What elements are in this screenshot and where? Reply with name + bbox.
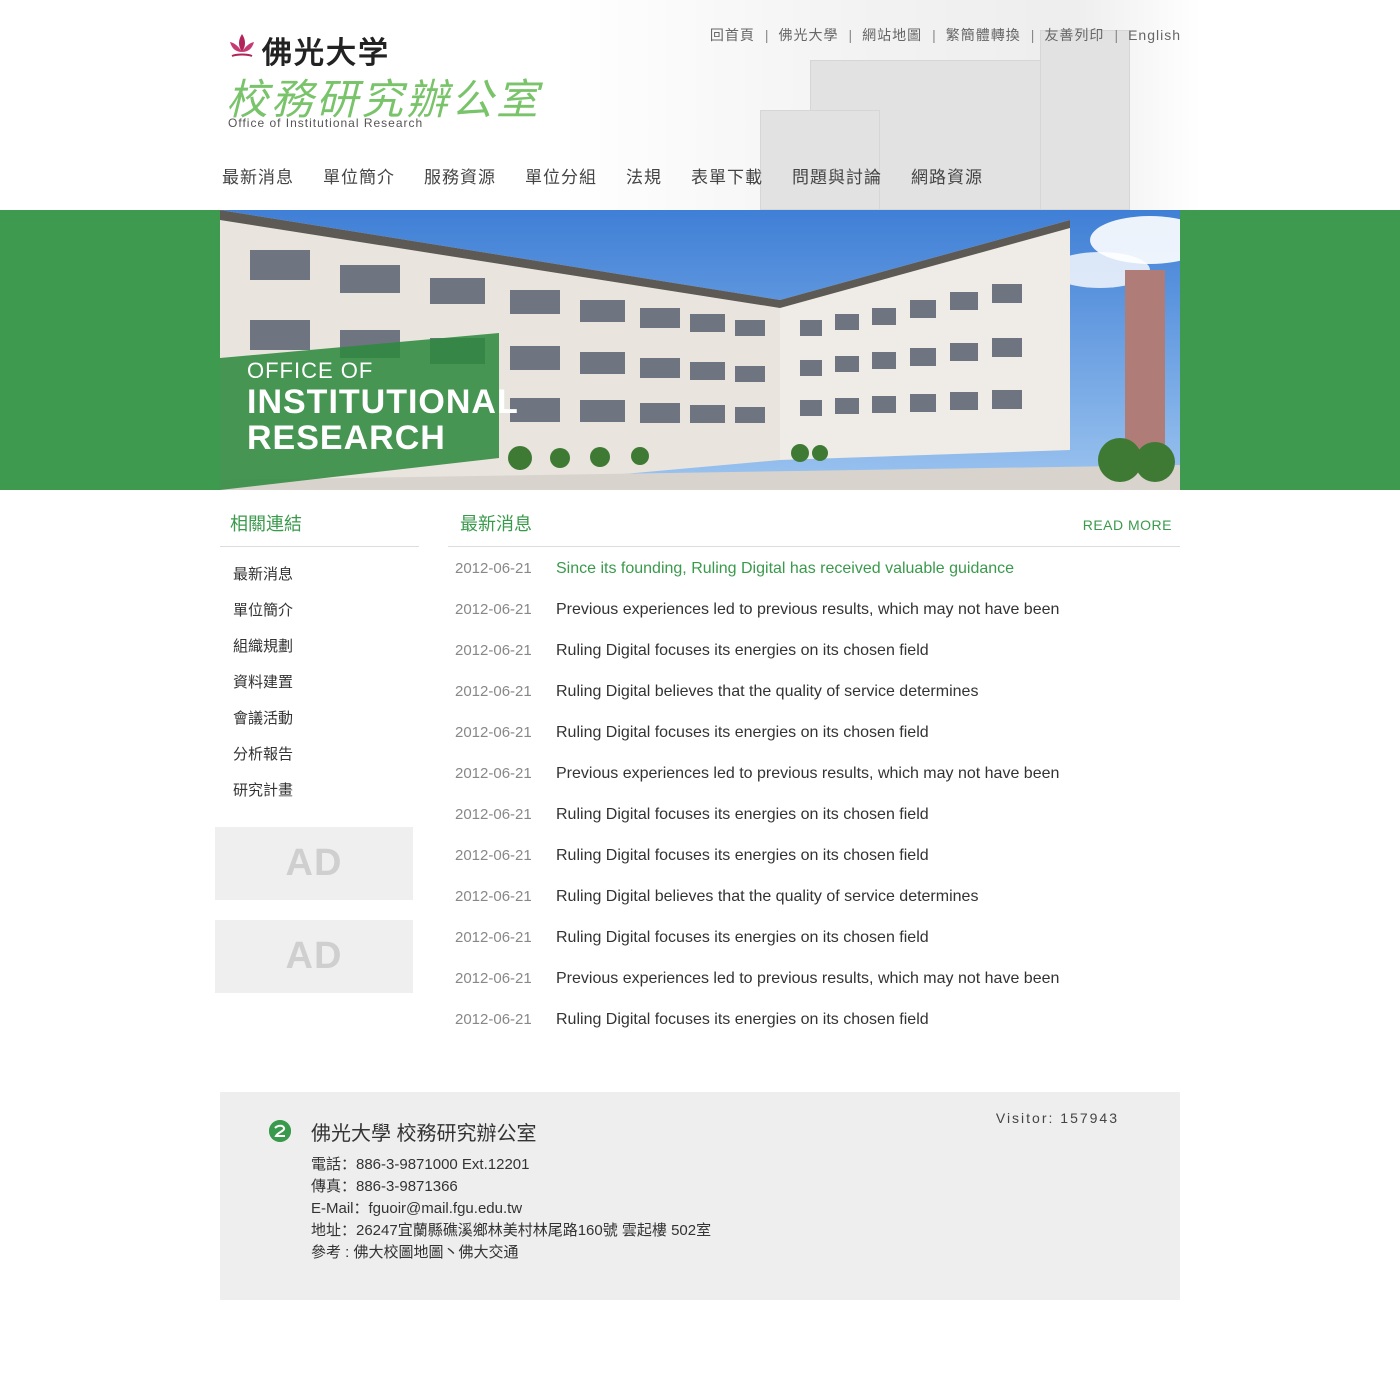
news-date: 2012-06-21: [455, 724, 532, 741]
news-date: 2012-06-21: [455, 847, 532, 864]
news-item: 2012-06-21 Previous experiences led to p…: [455, 970, 1059, 1011]
top-link-sitemap[interactable]: 網站地圖: [862, 25, 922, 45]
footer-contact-info: 電話：886-3-9871000 Ext.12201 傳真：886-3-9871…: [311, 1154, 711, 1264]
sidebar-item-meetings[interactable]: 會議活動: [233, 707, 293, 743]
footer-fax: 傳真：886-3-9871366: [311, 1178, 458, 1195]
news-list: 2012-06-21 Since its founding, Ruling Di…: [455, 560, 1059, 1052]
news-item: 2012-06-21 Ruling Digital focuses its en…: [455, 642, 1059, 683]
news-date: 2012-06-21: [455, 1011, 532, 1028]
footer-phone: 電話：886-3-9871000 Ext.12201: [311, 1156, 530, 1173]
header: 佛光大学 校務研究辦公室 Office of Institutional Res…: [0, 0, 1400, 210]
hero-banner: OFFICE OF INSTITUTIONAL RESEARCH: [220, 210, 1180, 490]
news-title-link[interactable]: Ruling Digital focuses its energies on i…: [556, 724, 929, 742]
ad-banner[interactable]: AD: [215, 920, 413, 993]
top-link-separator: |: [764, 27, 769, 43]
news-date: 2012-06-21: [455, 765, 532, 782]
news-divider: [448, 546, 1180, 547]
nav-item-divisions[interactable]: 單位分組: [525, 163, 597, 188]
top-link-convert-chinese[interactable]: 繁簡體轉換: [946, 25, 1021, 45]
news-date: 2012-06-21: [455, 970, 532, 987]
footer-reference-links[interactable]: 參考 : 佛大校圖地圖丶佛大交通: [311, 1242, 711, 1264]
news-title-link[interactable]: Previous experiences led to previous res…: [556, 601, 1059, 619]
top-link-separator: |: [848, 27, 853, 43]
news-item: 2012-06-21 Ruling Digital focuses its en…: [455, 847, 1059, 888]
banner-title-line3: RESEARCH: [247, 419, 446, 457]
top-link-separator: |: [1114, 27, 1119, 43]
visitor-counter: Visitor: 157943: [995, 1110, 1119, 1126]
ad-banner[interactable]: AD: [215, 827, 413, 900]
footer-address: 地址：26247宜蘭縣礁溪鄉林美村林尾路160號 雲起樓 502室: [311, 1222, 712, 1239]
top-link-print[interactable]: 友善列印: [1044, 25, 1104, 45]
news-title-link[interactable]: Ruling Digital believes that the quality…: [556, 888, 978, 906]
news-date: 2012-06-21: [455, 929, 532, 946]
news-item: 2012-06-21 Ruling Digital focuses its en…: [455, 806, 1059, 847]
nav-item-regulations[interactable]: 法規: [626, 163, 662, 188]
sidebar-item-research-projects[interactable]: 研究計畫: [233, 779, 293, 815]
top-link-home[interactable]: 回首頁: [710, 25, 755, 45]
news-date: 2012-06-21: [455, 560, 532, 577]
sidebar-divider: [220, 546, 419, 547]
nav-item-forms[interactable]: 表單下載: [691, 163, 763, 188]
read-more-link[interactable]: READ MORE: [1083, 517, 1172, 533]
nav-item-about[interactable]: 單位簡介: [323, 163, 395, 188]
news-item: 2012-06-21 Previous experiences led to p…: [455, 765, 1059, 806]
sidebar-item-news[interactable]: 最新消息: [233, 563, 293, 599]
news-title-link[interactable]: Ruling Digital focuses its energies on i…: [556, 929, 929, 947]
nav-item-news[interactable]: 最新消息: [222, 163, 294, 188]
news-item: 2012-06-21 Ruling Digital believes that …: [455, 683, 1059, 724]
sidebar-item-reports[interactable]: 分析報告: [233, 743, 293, 779]
news-title-link[interactable]: Ruling Digital focuses its energies on i…: [556, 847, 929, 865]
top-link-separator: |: [932, 27, 936, 43]
news-title-link[interactable]: Previous experiences led to previous res…: [556, 765, 1059, 783]
banner-title-line1: OFFICE OF: [247, 358, 374, 383]
nav-item-faq[interactable]: 問題與討論: [792, 163, 882, 188]
news-title-link[interactable]: Ruling Digital focuses its energies on i…: [556, 806, 929, 824]
news-title-link[interactable]: Previous experiences led to previous res…: [556, 970, 1059, 988]
news-section-title: 最新消息: [460, 514, 532, 534]
news-date: 2012-06-21: [455, 806, 532, 823]
sidebar-item-organization[interactable]: 組織規劃: [233, 635, 293, 671]
news-item: 2012-06-21 Previous experiences led to p…: [455, 601, 1059, 642]
news-item: 2012-06-21 Ruling Digital focuses its en…: [455, 724, 1059, 765]
banner-title-line2: INSTITUTIONAL: [247, 383, 519, 421]
top-link-english[interactable]: English: [1128, 27, 1181, 43]
sidebar-title: 相關連結: [230, 514, 302, 534]
news-item: 2012-06-21 Ruling Digital focuses its en…: [455, 1011, 1059, 1052]
news-title-link[interactable]: Since its founding, Ruling Digital has r…: [556, 560, 1014, 578]
footer-email[interactable]: E-Mail：fguoir@mail.fgu.edu.tw: [311, 1198, 711, 1220]
office-title-en: Office of Institutional Research: [228, 116, 424, 130]
news-title-link[interactable]: Ruling Digital focuses its energies on i…: [556, 642, 929, 660]
top-link-university[interactable]: 佛光大學: [779, 25, 839, 45]
news-item: 2012-06-21 Ruling Digital believes that …: [455, 888, 1059, 929]
news-item: 2012-06-21 Since its founding, Ruling Di…: [455, 560, 1059, 601]
footer-logo-icon: [269, 1120, 291, 1142]
footer-org-name: 佛光大學 校務研究辦公室: [311, 1123, 537, 1145]
news-date: 2012-06-21: [455, 601, 532, 618]
sidebar-item-data-building[interactable]: 資料建置: [233, 671, 293, 707]
news-title-link[interactable]: Ruling Digital believes that the quality…: [556, 683, 978, 701]
utility-links: 回首頁 | 佛光大學 | 網站地圖 | 繁簡體轉換 | 友善列印 | Engli…: [710, 25, 1181, 45]
news-date: 2012-06-21: [455, 888, 532, 905]
banner-title: OFFICE OF INSTITUTIONAL RESEARCH: [247, 358, 519, 456]
main-nav: 最新消息 單位簡介 服務資源 單位分組 法規 表單下載 問題與討論 網路資源: [222, 163, 1012, 188]
news-item: 2012-06-21 Ruling Digital focuses its en…: [455, 929, 1059, 970]
footer: 佛光大學 校務研究辦公室 Visitor: 157943 電話：886-3-98…: [220, 1092, 1180, 1300]
sidebar-links: 最新消息 單位簡介 組織規劃 資料建置 會議活動 分析報告 研究計畫: [233, 563, 293, 815]
news-title-link[interactable]: Ruling Digital focuses its energies on i…: [556, 1011, 929, 1029]
nav-item-services[interactable]: 服務資源: [424, 163, 496, 188]
news-date: 2012-06-21: [455, 683, 532, 700]
lotus-logo-icon: [230, 34, 254, 57]
top-link-separator: |: [1030, 27, 1035, 43]
nav-item-web-resources[interactable]: 網路資源: [911, 163, 983, 188]
news-date: 2012-06-21: [455, 642, 532, 659]
sidebar-item-about[interactable]: 單位簡介: [233, 599, 293, 635]
